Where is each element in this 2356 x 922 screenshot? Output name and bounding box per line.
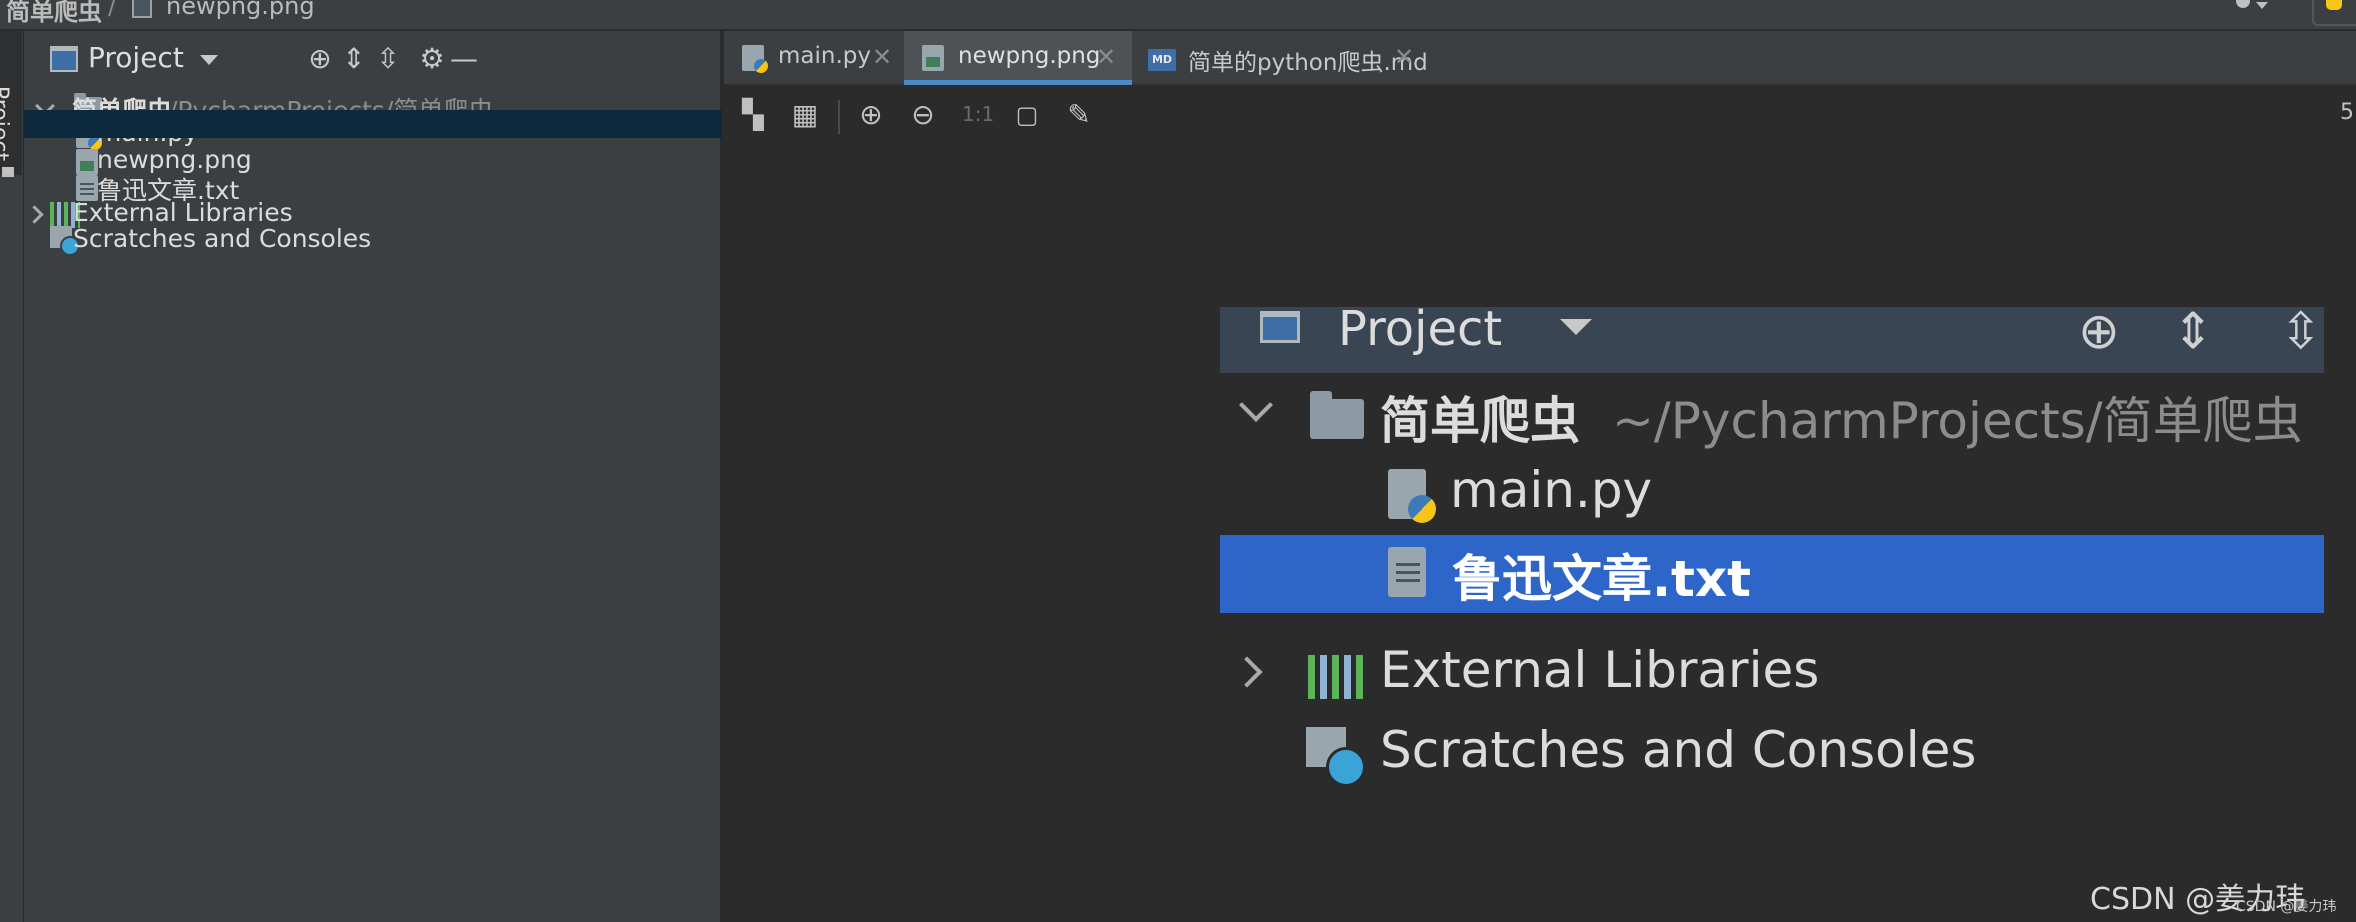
python-file-icon	[742, 45, 768, 73]
tree-selection-highlight	[24, 110, 722, 138]
tab-markdown[interactable]: MD 简单的python爬虫.md ✕	[1132, 31, 1432, 85]
tab-label: 简单的python爬虫.md	[1188, 50, 1428, 76]
image-tree-scratches: Scratches and Consoles	[1220, 717, 2324, 787]
displayed-image-lower: External Libraries Scratches and Console…	[1220, 637, 2324, 787]
zoom-out-icon[interactable]: ⊖	[906, 98, 940, 132]
project-panel: Project ⊕ ⇕ ⇳ ⚙ — 简单爬虫 ~/PycharmProjects…	[24, 31, 722, 922]
image-tree-item-label: 鲁迅文章.txt	[1452, 550, 1752, 608]
image-project-header: Project ⊕ ⇕ ⇳	[1220, 307, 2324, 373]
folder-icon	[1310, 391, 1364, 439]
text-file-icon	[1388, 547, 1426, 597]
image-tree-root: 简单爬虫 ~/PycharmProjects/简单爬虫	[1220, 377, 2324, 455]
collapse-all-icon[interactable]: ⇳	[372, 43, 404, 75]
image-tree-external-libraries: External Libraries	[1220, 637, 2324, 715]
image-info-text: 5	[2340, 100, 2354, 125]
image-tree-item-label: Scratches and Consoles	[1380, 721, 1977, 779]
python-file-icon	[1388, 469, 1436, 523]
breadcrumb-separator: /	[108, 0, 117, 20]
view-dropdown-caret-icon[interactable]	[200, 55, 218, 65]
expand-all-icon[interactable]: ⇕	[338, 43, 370, 75]
chevron-down-icon	[1239, 388, 1273, 422]
tab-label: main.py	[778, 43, 871, 69]
image-viewer-toolbar: ▚ ▦ ⊕ ⊖ 1:1 ▢ ✎ 5	[724, 86, 2356, 148]
image-tree-item-txt: 鲁迅文章.txt	[1220, 535, 2324, 613]
scratches-icon	[1306, 727, 1368, 787]
chevron-right-icon	[1231, 656, 1263, 688]
locate-file-icon[interactable]: ⊕	[304, 43, 336, 75]
image-tree-item-main-py: main.py	[1220, 457, 2324, 535]
project-panel-header: Project ⊕ ⇕ ⇳ ⚙ —	[24, 31, 722, 87]
tab-newpng[interactable]: newpng.png ✕	[904, 31, 1132, 85]
breadcrumb-file[interactable]: newpng.png	[166, 0, 315, 20]
locate-file-icon: ⊕	[2078, 307, 2120, 360]
hide-panel-icon[interactable]: —	[448, 43, 480, 75]
image-tree-item-label: External Libraries	[1380, 641, 1820, 699]
toolbar-divider	[838, 100, 840, 134]
project-tool-tab[interactable]: Project	[0, 31, 22, 177]
close-icon[interactable]: ✕	[1394, 43, 1414, 71]
watermark-small-text: CSDN @姜力玮	[2236, 899, 2337, 915]
project-tool-tab-label: Project	[0, 85, 13, 162]
zoom-in-icon[interactable]: ⊕	[854, 98, 888, 132]
close-icon[interactable]: ✕	[1096, 43, 1116, 71]
view-dropdown-caret-icon	[1560, 319, 1592, 335]
project-view-icon	[1260, 311, 1300, 343]
close-icon[interactable]: ✕	[872, 43, 892, 71]
expand-all-icon: ⇕	[2172, 307, 2214, 360]
markdown-file-icon: MD	[1148, 49, 1176, 71]
collapse-all-icon: ⇳	[2280, 307, 2322, 360]
library-icon	[1308, 655, 1364, 699]
actual-size-button[interactable]: 1:1	[962, 102, 994, 126]
tab-label: newpng.png	[958, 43, 1101, 69]
image-file-icon	[922, 45, 944, 71]
navigation-bar: 简单爬虫 / newpng.png	[0, 0, 2356, 30]
user-icon[interactable]	[2226, 0, 2268, 12]
displayed-image: Project ⊕ ⇕ ⇳ 简单爬虫 ~/PycharmProjects/简单爬…	[1220, 307, 2324, 637]
tree-scratches[interactable]: Scratches and Consoles	[24, 220, 722, 260]
chessboard-icon[interactable]: ▚	[736, 98, 770, 132]
image-tree-item-label: main.py	[1450, 461, 1653, 519]
tree-item-label: Scratches and Consoles	[73, 224, 372, 253]
gear-icon[interactable]: ⚙	[416, 43, 448, 75]
project-view-icon	[50, 46, 78, 72]
python-interpreter-icon[interactable]	[2312, 0, 2356, 26]
folder-icon	[2, 167, 14, 177]
grid-icon[interactable]: ▦	[788, 98, 822, 132]
color-picker-icon[interactable]: ✎	[1062, 98, 1096, 132]
image-header-title: Project	[1338, 307, 1503, 357]
tab-main-py[interactable]: main.py ✕	[724, 31, 904, 85]
image-root-path: ~/PycharmProjects/简单爬虫	[1612, 392, 2303, 450]
fit-zoom-icon[interactable]: ▢	[1010, 98, 1044, 132]
image-root-name: 简单爬虫	[1380, 392, 1580, 450]
project-panel-title[interactable]: Project	[88, 41, 184, 74]
editor-tab-bar: main.py ✕ newpng.png ✕ MD 简单的python爬虫.md…	[724, 31, 2356, 85]
breadcrumb-project[interactable]: 简单爬虫	[6, 0, 102, 27]
image-file-icon	[132, 0, 152, 18]
